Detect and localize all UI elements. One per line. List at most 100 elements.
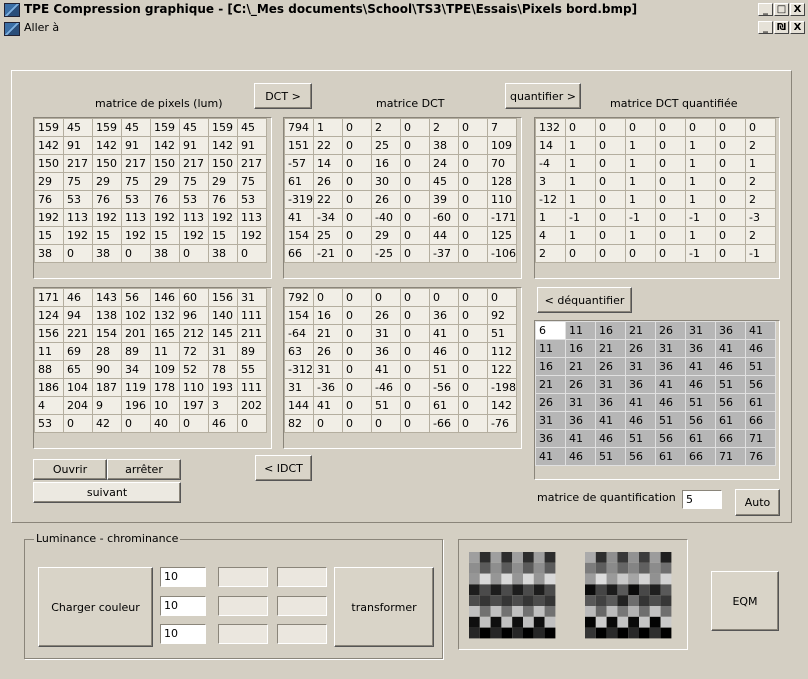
matrix-cell[interactable]: 113	[237, 208, 267, 227]
matrix-cell[interactable]: 140	[208, 306, 238, 325]
matrix-cell[interactable]: 154	[284, 226, 314, 245]
matrix-cell[interactable]: 51	[745, 357, 776, 376]
matrix-cell[interactable]: 34	[121, 360, 151, 379]
ycc-output-4[interactable]	[277, 567, 327, 587]
matrix-cell[interactable]: 3	[208, 396, 238, 415]
matrix-cell[interactable]: 202	[237, 396, 267, 415]
matrix-cell[interactable]: 144	[284, 396, 314, 415]
matrix-cell[interactable]: 46	[429, 342, 459, 361]
matrix-cell[interactable]: 1	[685, 172, 716, 191]
matrix-cell[interactable]: 31	[655, 339, 686, 358]
matrix-cell[interactable]: 46	[625, 411, 656, 430]
matrix-cell[interactable]: 31	[313, 360, 343, 379]
matrix-cell[interactable]: 61	[745, 393, 776, 412]
matrix-cell[interactable]: 0	[715, 136, 746, 155]
matrix-cell[interactable]: 0	[342, 190, 372, 209]
suivant-button[interactable]: suivant	[33, 482, 181, 503]
matrix-cell[interactable]: 26	[371, 190, 401, 209]
matrix-cell[interactable]: -66	[429, 414, 459, 433]
matrix-cell[interactable]: 192	[63, 226, 93, 245]
matrix-cell[interactable]: 26	[655, 321, 686, 340]
matrix-cell[interactable]: 1	[745, 154, 776, 173]
matrix-cell[interactable]: -319	[284, 190, 314, 209]
matrix-cell[interactable]: 0	[715, 244, 746, 263]
matrix-cell[interactable]: 70	[487, 154, 517, 173]
matrix-cell[interactable]: 61	[655, 447, 686, 466]
matrix-cell[interactable]: 69	[63, 342, 93, 361]
dequantified-dct-matrix[interactable]: 792 0 0 0 0 0 0 0 154 16 0 26 0 36 0 92 -64 21 0 31 0 41 0 51 63…	[283, 287, 522, 449]
matrix-cell[interactable]: 56	[625, 447, 656, 466]
matrix-cell[interactable]: 143	[92, 288, 122, 307]
document-icon[interactable]	[4, 22, 20, 36]
matrix-cell[interactable]: 2	[745, 172, 776, 191]
quant-factor-input[interactable]: 5	[682, 490, 722, 509]
matrix-cell[interactable]: 51	[429, 360, 459, 379]
matrix-cell[interactable]: 217	[179, 154, 209, 173]
matrix-cell[interactable]: 29	[371, 226, 401, 245]
matrix-cell[interactable]: 41	[655, 375, 686, 394]
matrix-cell[interactable]: 41	[595, 411, 626, 430]
matrix-cell[interactable]: 71	[745, 429, 776, 448]
matrix-cell[interactable]: 171	[34, 288, 64, 307]
matrix-cell[interactable]: 36	[371, 342, 401, 361]
matrix-cell[interactable]: 0	[487, 288, 517, 307]
matrix-cell[interactable]: 0	[655, 190, 686, 209]
matrix-cell[interactable]: 0	[458, 226, 488, 245]
matrix-cell[interactable]: 111	[237, 306, 267, 325]
matrix-cell[interactable]: 159	[150, 118, 180, 137]
matrix-cell[interactable]: -21	[313, 244, 343, 263]
matrix-cell[interactable]: 38	[150, 244, 180, 263]
matrix-cell[interactable]: 0	[458, 154, 488, 173]
matrix-cell[interactable]: 0	[685, 118, 716, 137]
matrix-cell[interactable]: 0	[342, 324, 372, 343]
matrix-cell[interactable]: 0	[715, 172, 746, 191]
matrix-cell[interactable]: 0	[655, 118, 686, 137]
matrix-cell[interactable]: 26	[565, 375, 596, 394]
matrix-cell[interactable]: 217	[237, 154, 267, 173]
matrix-cell[interactable]: 56	[685, 411, 716, 430]
matrix-cell[interactable]: 56	[655, 429, 686, 448]
matrix-cell[interactable]: 150	[34, 154, 64, 173]
matrix-cell[interactable]: 111	[237, 378, 267, 397]
matrix-cell[interactable]: 82	[284, 414, 314, 433]
matrix-cell[interactable]: 76	[92, 190, 122, 209]
matrix-cell[interactable]: 0	[237, 244, 267, 263]
matrix-cell[interactable]: 26	[595, 357, 626, 376]
matrix-cell[interactable]: -1	[745, 244, 776, 263]
matrix-cell[interactable]: 29	[150, 172, 180, 191]
matrix-cell[interactable]: 0	[342, 136, 372, 155]
matrix-cell[interactable]: 0	[400, 208, 430, 227]
matrix-cell[interactable]: 1	[625, 226, 656, 245]
matrix-cell[interactable]: 156	[34, 324, 64, 343]
matrix-cell[interactable]: 9	[92, 396, 122, 415]
matrix-cell[interactable]: 0	[313, 414, 343, 433]
idct-button[interactable]: < IDCT	[255, 455, 312, 481]
matrix-cell[interactable]: -76	[487, 414, 517, 433]
matrix-cell[interactable]: 112	[487, 342, 517, 361]
matrix-cell[interactable]: 0	[595, 154, 626, 173]
matrix-cell[interactable]: 51	[487, 324, 517, 343]
matrix-cell[interactable]: 41	[745, 321, 776, 340]
matrix-cell[interactable]: 11	[565, 321, 596, 340]
matrix-cell[interactable]: 0	[400, 324, 430, 343]
matrix-cell[interactable]: 0	[63, 244, 93, 263]
matrix-cell[interactable]: 0	[458, 172, 488, 191]
matrix-cell[interactable]: 46	[565, 447, 596, 466]
matrix-cell[interactable]: 46	[685, 375, 716, 394]
matrix-cell[interactable]: 0	[458, 414, 488, 433]
maximize-button[interactable]: □	[774, 3, 789, 16]
matrix-cell[interactable]: 0	[565, 244, 596, 263]
matrix-cell[interactable]: 192	[179, 226, 209, 245]
matrix-cell[interactable]: 0	[400, 288, 430, 307]
matrix-cell[interactable]: 75	[121, 172, 151, 191]
matrix-cell[interactable]: 38	[92, 244, 122, 263]
matrix-cell[interactable]: 38	[429, 136, 459, 155]
matrix-cell[interactable]: 45	[429, 172, 459, 191]
matrix-cell[interactable]: 0	[400, 342, 430, 361]
matrix-cell[interactable]: 41	[371, 360, 401, 379]
matrix-cell[interactable]: 31	[208, 342, 238, 361]
matrix-cell[interactable]: 36	[429, 306, 459, 325]
matrix-cell[interactable]: 0	[121, 414, 151, 433]
matrix-cell[interactable]: 14	[535, 136, 566, 155]
ycc-output-3[interactable]	[218, 624, 268, 644]
